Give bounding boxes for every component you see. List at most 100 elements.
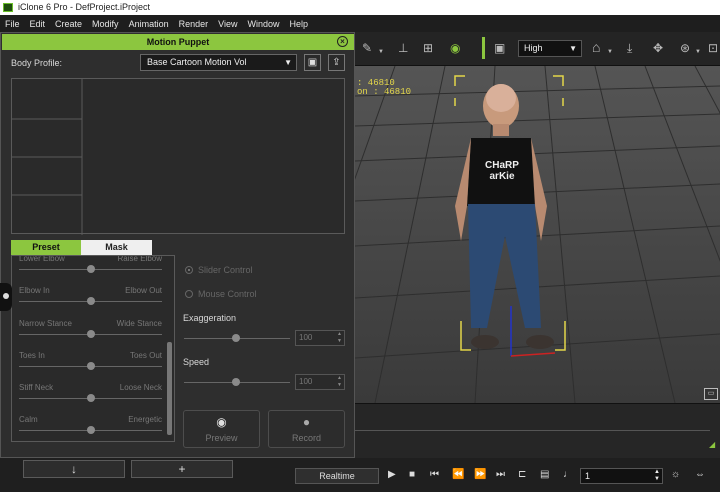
expand-icon[interactable]: ⇔ (695, 467, 705, 483)
exaggeration-slider-knob[interactable] (232, 334, 240, 342)
music-note-icon[interactable]: ♩ (563, 467, 573, 483)
region-grid-lines (12, 79, 83, 235)
menu-bar: File Edit Create Modify Animation Render… (0, 15, 720, 32)
slider-left-label: Toes In (19, 351, 45, 360)
window-title-bar: iClone 6 Pro - DefProject.iProject (0, 0, 720, 15)
record-button[interactable]: ● Record (268, 410, 345, 448)
home-view-dropdown-icon[interactable]: ▼ (607, 44, 613, 60)
camera-icon[interactable]: ⊛ (680, 40, 690, 56)
chevron-down-icon: ▼ (284, 58, 292, 67)
next-frame-icon[interactable]: ⏩ (474, 467, 486, 483)
slider-knob[interactable] (86, 394, 95, 402)
move-view-icon[interactable]: ✥ (653, 40, 663, 56)
loop-icon[interactable]: ⊏ (518, 467, 526, 483)
timeline-track (355, 430, 710, 431)
edit-tool-icon[interactable]: ✎ (362, 40, 372, 56)
more-icon[interactable]: ⊡ (708, 40, 718, 56)
speed-slider-knob[interactable] (232, 378, 240, 386)
speed-value-field[interactable]: 100 ▲ ▼ (295, 374, 345, 390)
menu-view[interactable]: View (218, 19, 237, 29)
zoom-extent-icon[interactable]: ⤓ (627, 40, 632, 56)
slider-row: Narrow Stance Wide Stance (19, 319, 162, 347)
home-view-icon[interactable]: ⌂ (592, 39, 600, 55)
tab-mask[interactable]: Mask (81, 240, 152, 255)
play-icon[interactable]: ▶ (388, 467, 396, 483)
slider-knob[interactable] (86, 426, 95, 434)
save-profile-button[interactable]: ▣ (304, 54, 321, 71)
exaggeration-label: Exaggeration (183, 313, 237, 323)
slider-knob[interactable] (86, 362, 95, 370)
visibility-eye-icon[interactable]: ◉ (450, 40, 460, 56)
viewport-scene (355, 66, 720, 403)
viewport-info: : 46810 on : 46810 (357, 79, 411, 97)
slider-knob[interactable] (86, 330, 95, 338)
layout-icon[interactable]: ▣ (494, 40, 505, 56)
go-to-start-icon[interactable]: ⏮ (430, 467, 439, 483)
menu-animation[interactable]: Animation (129, 19, 169, 29)
chat-icon[interactable]: ▭ (704, 388, 718, 400)
slider-right-label: Loose Neck (119, 383, 162, 392)
arrow-down-icon: ↓ (71, 462, 77, 476)
go-to-end-icon[interactable]: ⏭ (496, 467, 505, 483)
slider-left-label: Stiff Neck (19, 383, 54, 392)
previous-frame-icon[interactable]: ⏪ (452, 467, 464, 483)
menu-edit[interactable]: Edit (30, 19, 46, 29)
mouse-control-label: Mouse Control (198, 289, 257, 299)
preview-label: Preview (205, 433, 238, 443)
timeline-end-marker-icon: ◢ (709, 440, 716, 449)
record-dot-icon: ● (302, 415, 311, 429)
slider-left-label: Calm (19, 415, 38, 424)
subtitle-icon[interactable]: ▤ (540, 467, 549, 483)
slider-right-label: Toes Out (129, 351, 162, 360)
align-center-icon[interactable]: ⊞ (423, 40, 433, 56)
settings-gear-icon[interactable]: ☼ (671, 467, 680, 483)
slider-left-label: Lower Elbow (19, 255, 65, 263)
slider-right-label: Elbow Out (125, 286, 162, 295)
move-down-button[interactable]: ↓ (23, 460, 125, 478)
slider-knob[interactable] (86, 265, 95, 273)
close-icon[interactable]: × (337, 36, 348, 47)
menu-help[interactable]: Help (290, 19, 309, 29)
slider-row: Elbow In Elbow Out (19, 286, 162, 314)
preview-button[interactable]: ◉ Preview (183, 410, 260, 448)
align-icon[interactable]: ⊥ (398, 40, 408, 56)
add-button[interactable]: + (131, 460, 233, 478)
current-frame-field[interactable]: 1 ▲ ▼ (580, 468, 663, 484)
puppet-region-grid[interactable] (11, 78, 345, 235)
slider-right-label: Energetic (128, 415, 162, 424)
slider-right-label: Raise Elbow (117, 255, 162, 263)
menu-create[interactable]: Create (55, 19, 82, 29)
edit-tool-dropdown-icon[interactable]: ▼ (378, 44, 384, 60)
tab-preset[interactable]: Preset (11, 240, 81, 255)
menu-render[interactable]: Render (179, 19, 209, 29)
quality-select[interactable]: High ▼ (518, 40, 582, 57)
slider-knob[interactable] (86, 297, 95, 305)
slider-row: Calm Energetic (19, 415, 162, 441)
slider-control-radio[interactable]: Slider Control (185, 265, 253, 275)
app-logo-icon (3, 3, 13, 12)
menu-modify[interactable]: Modify (92, 19, 119, 29)
body-profile-select[interactable]: Base Cartoon Motion Vol ▼ (140, 54, 297, 71)
slider-left-label: Narrow Stance (19, 319, 72, 328)
spinner-icon[interactable]: ▲ ▼ (337, 375, 342, 389)
exaggeration-value-field[interactable]: 100 ▲ ▼ (295, 330, 345, 346)
shirt-text-line-1: CHaRP (485, 160, 519, 171)
frame-spinner-icon[interactable]: ▲ ▼ (654, 469, 660, 483)
menu-window[interactable]: Window (247, 19, 279, 29)
shirt-print: CHaRP arKie (482, 160, 522, 182)
3d-viewport[interactable] (355, 66, 720, 403)
mouse-control-radio[interactable]: Mouse Control (185, 289, 257, 299)
slider-list-scrollbar[interactable] (167, 342, 172, 435)
spinner-icon[interactable]: ▲ ▼ (337, 331, 342, 345)
stop-icon[interactable]: ■ (409, 467, 415, 483)
radio-dot-icon (185, 266, 193, 274)
slider-row: Stiff Neck Loose Neck (19, 383, 162, 411)
realtime-mode-button[interactable]: Realtime (295, 468, 379, 484)
load-profile-button[interactable]: ⇪ (328, 54, 345, 71)
slider-row: Lower Elbow Raise Elbow (19, 255, 162, 282)
radio-dot-icon (185, 290, 193, 298)
panel-collapse-handle[interactable] (0, 283, 12, 311)
camera-dropdown-icon[interactable]: ▼ (695, 44, 701, 60)
slider-row: Toes In Toes Out (19, 351, 162, 379)
menu-file[interactable]: File (5, 19, 20, 29)
